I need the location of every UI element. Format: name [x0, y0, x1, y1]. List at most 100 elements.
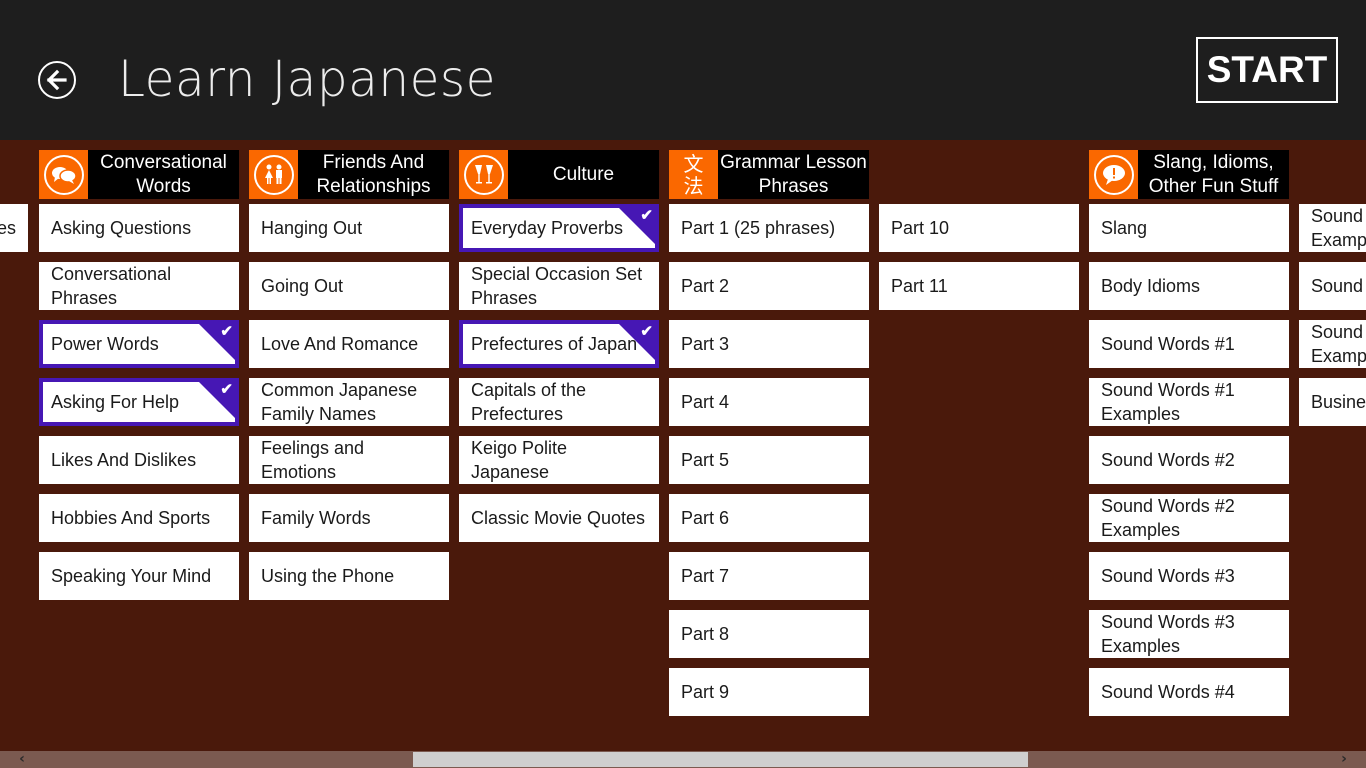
- champagne-glasses-icon: [459, 150, 508, 199]
- group-title: Culture: [552, 163, 615, 185]
- kanji-label: 文 法: [683, 151, 704, 198]
- tile-label: Hobbies And Sports: [51, 508, 211, 528]
- group-header-4[interactable]: Slang, Idioms, Other Fun Stuff: [1089, 150, 1289, 199]
- list-item[interactable]: Part 1 (25 phrases): [669, 204, 869, 252]
- tile-label: es: [0, 218, 16, 238]
- list-item[interactable]: Sound Words #4: [1089, 668, 1289, 716]
- list-item[interactable]: Asking For Help ✔: [39, 378, 239, 426]
- list-item[interactable]: Hobbies And Sports: [39, 494, 239, 542]
- list-item[interactable]: Capitals of the Prefectures: [459, 378, 659, 426]
- tile-label: Sound Words #1: [1101, 334, 1235, 354]
- list-item[interactable]: Part 11: [879, 262, 1079, 310]
- list-item[interactable]: Part 5: [669, 436, 869, 484]
- tile-label: Part 10: [891, 218, 950, 238]
- list-item[interactable]: Sound Words #2: [1089, 436, 1289, 484]
- tile-label: Prefectures of Japan: [471, 334, 638, 354]
- list-item[interactable]: Hanging Out: [249, 204, 449, 252]
- tile-label: Sound Words #5 Examples: [1311, 322, 1366, 366]
- list-item[interactable]: Family Words: [249, 494, 449, 542]
- list-item[interactable]: Asking Questions: [39, 204, 239, 252]
- list-item[interactable]: Business: [1299, 378, 1366, 426]
- list-item[interactable]: Special Occasion Set Phrases: [459, 262, 659, 310]
- list-item[interactable]: Love And Romance: [249, 320, 449, 368]
- list-item[interactable]: Keigo Polite Japanese: [459, 436, 659, 484]
- tile-label: Hanging Out: [261, 218, 363, 238]
- group-header-2[interactable]: Culture: [459, 150, 659, 199]
- scrollbar-thumb[interactable]: [413, 752, 1028, 767]
- tile-label: Slang: [1101, 218, 1148, 238]
- tile-label: Part 9: [681, 682, 730, 702]
- list-item[interactable]: Using the Phone: [249, 552, 449, 600]
- tile-label: Likes And Dislikes: [51, 450, 197, 470]
- back-button[interactable]: [38, 61, 76, 99]
- people-icon: [249, 150, 298, 199]
- group-title: Conversational Words: [100, 151, 227, 197]
- bunpou-kanji-icon: 文 法: [669, 150, 718, 199]
- group-header-3[interactable]: 文 法 Grammar Lesson Phrases: [669, 150, 869, 199]
- scroll-left-icon[interactable]: ‹: [14, 751, 30, 768]
- icon-ring: [43, 154, 84, 195]
- tile-label: Business: [1311, 392, 1366, 412]
- back-arrow-icon: [46, 69, 67, 91]
- list-item[interactable]: Likes And Dislikes: [39, 436, 239, 484]
- tile-label: Sound Words #4 Examples: [1311, 206, 1366, 250]
- icon-ring: [1093, 154, 1134, 195]
- group-title: Grammar Lesson Phrases: [720, 151, 867, 197]
- list-item[interactable]: Sound Words #1: [1089, 320, 1289, 368]
- tile-label: Asking Questions: [51, 218, 192, 238]
- list-item[interactable]: Sound Words #3: [1089, 552, 1289, 600]
- tile-label: Part 8: [681, 624, 730, 644]
- list-item[interactable]: Part 9: [669, 668, 869, 716]
- list-item[interactable]: Sound Words #5 Examples: [1299, 320, 1366, 368]
- list-item[interactable]: Everyday Proverbs ✔: [459, 204, 659, 252]
- tile-label: Common Japanese Family Names: [261, 380, 418, 424]
- list-item[interactable]: Sound Words #1 Examples: [1089, 378, 1289, 426]
- list-item[interactable]: Common Japanese Family Names: [249, 378, 449, 426]
- list-item[interactable]: Part 2: [669, 262, 869, 310]
- tile-label: Speaking Your Mind: [51, 566, 212, 586]
- speech-bubble-exclamation-icon: [1089, 150, 1138, 199]
- list-item[interactable]: Sound Words #4 Examples: [1299, 204, 1366, 252]
- tile-label: Part 2: [681, 276, 730, 296]
- list-item[interactable]: Feelings and Emotions: [249, 436, 449, 484]
- tile-label: Part 6: [681, 508, 730, 528]
- list-item[interactable]: Sound Words #5: [1299, 262, 1366, 310]
- list-item[interactable]: Going Out: [249, 262, 449, 310]
- list-item[interactable]: Part 10: [879, 204, 1079, 252]
- tile-label: Sound Words #2: [1101, 450, 1235, 470]
- list-item[interactable]: Slang: [1089, 204, 1289, 252]
- group-header-0[interactable]: Conversational Words: [39, 150, 239, 199]
- tile-label: Sound Words #4: [1101, 682, 1235, 702]
- start-button[interactable]: START: [1196, 37, 1338, 103]
- tile-label: Classic Movie Quotes: [471, 508, 646, 528]
- tile-label: Body Idioms: [1101, 276, 1201, 296]
- checkmark-icon: ✔: [220, 381, 233, 398]
- tile-label: Sound Words #3: [1101, 566, 1235, 586]
- list-item[interactable]: Power Words ✔: [39, 320, 239, 368]
- list-item[interactable]: Part 3: [669, 320, 869, 368]
- list-item[interactable]: Sound Words #2 Examples: [1089, 494, 1289, 542]
- tile-label: Going Out: [261, 276, 344, 296]
- tile-label: Family Words: [261, 508, 371, 528]
- tile-label: Asking For Help: [51, 392, 180, 412]
- tile-label: Sound Words #3 Examples: [1101, 612, 1235, 656]
- group-header-1[interactable]: Friends And Relationships: [249, 150, 449, 199]
- list-item[interactable]: Part 7: [669, 552, 869, 600]
- tile-label: Part 5: [681, 450, 730, 470]
- list-item[interactable]: Part 4: [669, 378, 869, 426]
- list-item[interactable]: Sound Words #3 Examples: [1089, 610, 1289, 658]
- tile-label: Sound Words #2 Examples: [1101, 496, 1235, 540]
- scroll-right-icon[interactable]: ›: [1336, 751, 1352, 768]
- list-item[interactable]: Part 8: [669, 610, 869, 658]
- list-item[interactable]: Conversational Phrases: [39, 262, 239, 310]
- list-item[interactable]: Part 6: [669, 494, 869, 542]
- tile-label: Part 3: [681, 334, 730, 354]
- list-item[interactable]: Classic Movie Quotes: [459, 494, 659, 542]
- tile-label: Everyday Proverbs: [471, 218, 624, 238]
- tile-label: Part 7: [681, 566, 730, 586]
- list-item[interactable]: Body Idioms: [1089, 262, 1289, 310]
- list-item[interactable]: Prefectures of Japan ✔: [459, 320, 659, 368]
- icon-ring: [253, 154, 294, 195]
- list-item[interactable]: Speaking Your Mind: [39, 552, 239, 600]
- list-item[interactable]: es: [0, 204, 28, 252]
